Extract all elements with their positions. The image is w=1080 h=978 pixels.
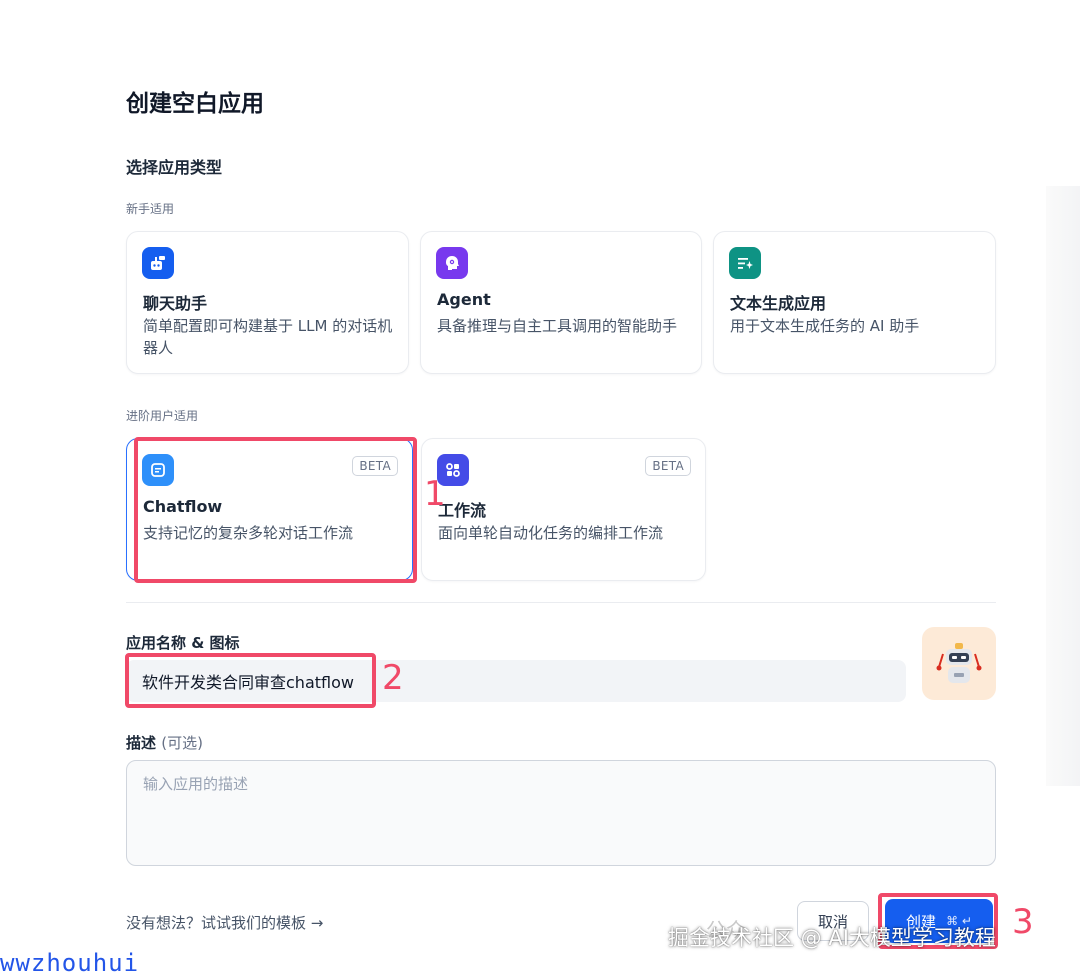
app-type-card-chat-assistant[interactable]: 聊天助手 简单配置即可构建基于 LLM 的对话机器人 — [126, 231, 409, 374]
beginner-group-label: 新手适用 — [126, 202, 175, 216]
annotation-box-2 — [125, 653, 376, 708]
app-type-card-text-generation[interactable]: 文本生成应用 用于文本生成任务的 AI 助手 — [713, 231, 996, 374]
agent-icon — [436, 247, 468, 279]
try-templates-link[interactable]: 没有想法？试试我们的模板 → — [126, 912, 323, 933]
card-title: 文本生成应用 — [730, 294, 827, 313]
text-generate-icon — [729, 247, 761, 279]
app-type-card-workflow[interactable]: BETA 工作流 面向单轮自动化任务的编排工作流 — [421, 438, 706, 581]
optional-hint: (可选) — [161, 734, 203, 752]
section-divider — [126, 602, 996, 603]
description-label: 描述 (可选) — [126, 732, 203, 753]
page-title: 创建空白应用 — [126, 91, 264, 117]
description-textarea[interactable] — [126, 760, 996, 866]
side-panel-edge — [1046, 186, 1080, 786]
author-watermark: wwzhouhui — [0, 949, 140, 977]
annotation-number-3: 3 — [1012, 902, 1034, 942]
card-description: 简单配置即可构建基于 LLM 的对话机器人 — [143, 317, 393, 357]
annotation-box-1 — [134, 437, 417, 583]
card-title: Agent — [437, 290, 491, 309]
annotation-number-2: 2 — [382, 658, 404, 698]
robot-avatar-icon — [936, 643, 982, 683]
chat-bot-icon — [142, 247, 174, 279]
beta-badge: BETA — [645, 456, 691, 476]
platform-watermark: 掘金技术社区 @ AI大模型学习教程 — [668, 926, 996, 950]
app-type-section-title: 选择应用类型 — [126, 158, 223, 177]
card-title: 聊天助手 — [143, 294, 208, 313]
card-description: 具备推理与自主工具调用的智能助手 — [437, 317, 678, 335]
card-description: 用于文本生成任务的 AI 助手 — [730, 317, 920, 335]
app-name-label: 应用名称 & 图标 — [126, 634, 240, 652]
annotation-number-1: 1 — [424, 474, 446, 514]
card-description: 面向单轮自动化任务的编排工作流 — [438, 524, 664, 542]
app-type-card-agent[interactable]: Agent 具备推理与自主工具调用的智能助手 — [420, 231, 702, 374]
app-icon-picker[interactable] — [922, 627, 996, 700]
description-label-text: 描述 — [126, 734, 157, 752]
advanced-group-label: 进阶用户适用 — [126, 409, 199, 423]
